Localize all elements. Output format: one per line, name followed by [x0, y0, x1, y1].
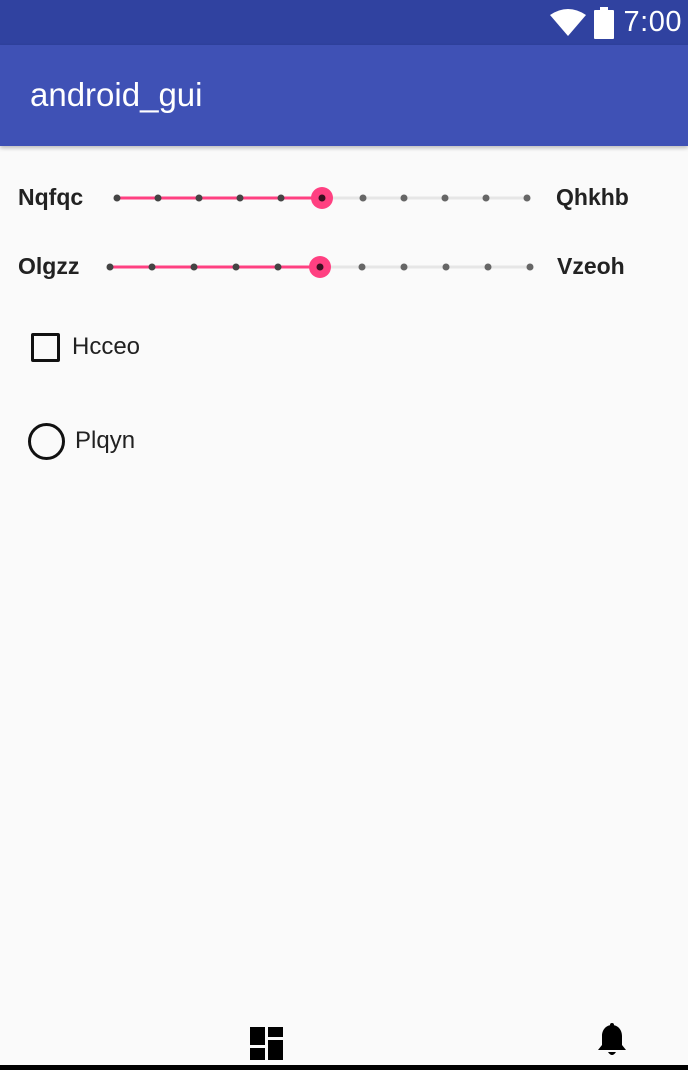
checkbox[interactable]	[31, 332, 60, 362]
bottom-nav	[0, 1010, 688, 1070]
slider-tick	[148, 263, 156, 271]
status-bar: 7:00	[0, 0, 688, 45]
radio-label: Plqyn	[75, 427, 136, 454]
app-title: android_gui	[30, 76, 203, 113]
slider-row-2: Olgzz Vzeoh	[0, 246, 688, 286]
slider-thumb-tick	[318, 194, 326, 202]
slider-row-1: Nqfqc Qhkhb	[0, 177, 688, 217]
slider-tick	[400, 194, 408, 202]
slider-tick	[195, 194, 203, 202]
slider-tick	[236, 194, 244, 202]
slider-tick	[523, 194, 531, 202]
slider-tick	[358, 263, 366, 271]
slider-1[interactable]	[105, 177, 541, 217]
checkbox-row[interactable]: Hcceo	[28, 327, 140, 367]
slider-tick	[400, 263, 408, 271]
slider-2-right-label: Vzeoh	[557, 253, 625, 279]
slider-tick	[441, 194, 449, 202]
slider-tick	[442, 263, 450, 271]
wifi-icon	[549, 8, 586, 37]
slider-tick	[484, 263, 492, 271]
radio-row[interactable]: Plqyn	[28, 421, 135, 461]
notifications-icon[interactable]	[596, 1023, 628, 1064]
slider-tick	[482, 194, 490, 202]
slider-tick	[113, 194, 121, 202]
slider-tick	[190, 263, 198, 271]
status-icons: 7:00	[549, 0, 682, 45]
bottom-divider	[0, 1065, 688, 1070]
slider-tick	[154, 194, 162, 202]
battery-icon	[593, 6, 614, 39]
slider-tick	[359, 194, 367, 202]
checkbox-label: Hcceo	[72, 333, 141, 360]
slider-1-right-label: Qhkhb	[556, 184, 629, 210]
screen: 7:00 android_gui Nqfqc Qhkhb Olgzz Vzeoh…	[0, 0, 688, 1070]
slider-1-left-label: Nqfqc	[18, 184, 84, 210]
slider-2-left-label: Olgzz	[18, 253, 80, 279]
slider-tick	[274, 263, 282, 271]
slider-tick	[526, 263, 534, 271]
slider-tick	[232, 263, 240, 271]
slider-tick	[277, 194, 285, 202]
slider-tick	[106, 263, 114, 271]
radio-button[interactable]	[28, 422, 65, 460]
status-time: 7:00	[623, 6, 682, 38]
slider-thumb-tick	[316, 263, 324, 271]
dashboard-icon[interactable]	[250, 1027, 283, 1065]
app-bar: android_gui	[0, 45, 688, 146]
slider-2[interactable]	[98, 246, 541, 286]
